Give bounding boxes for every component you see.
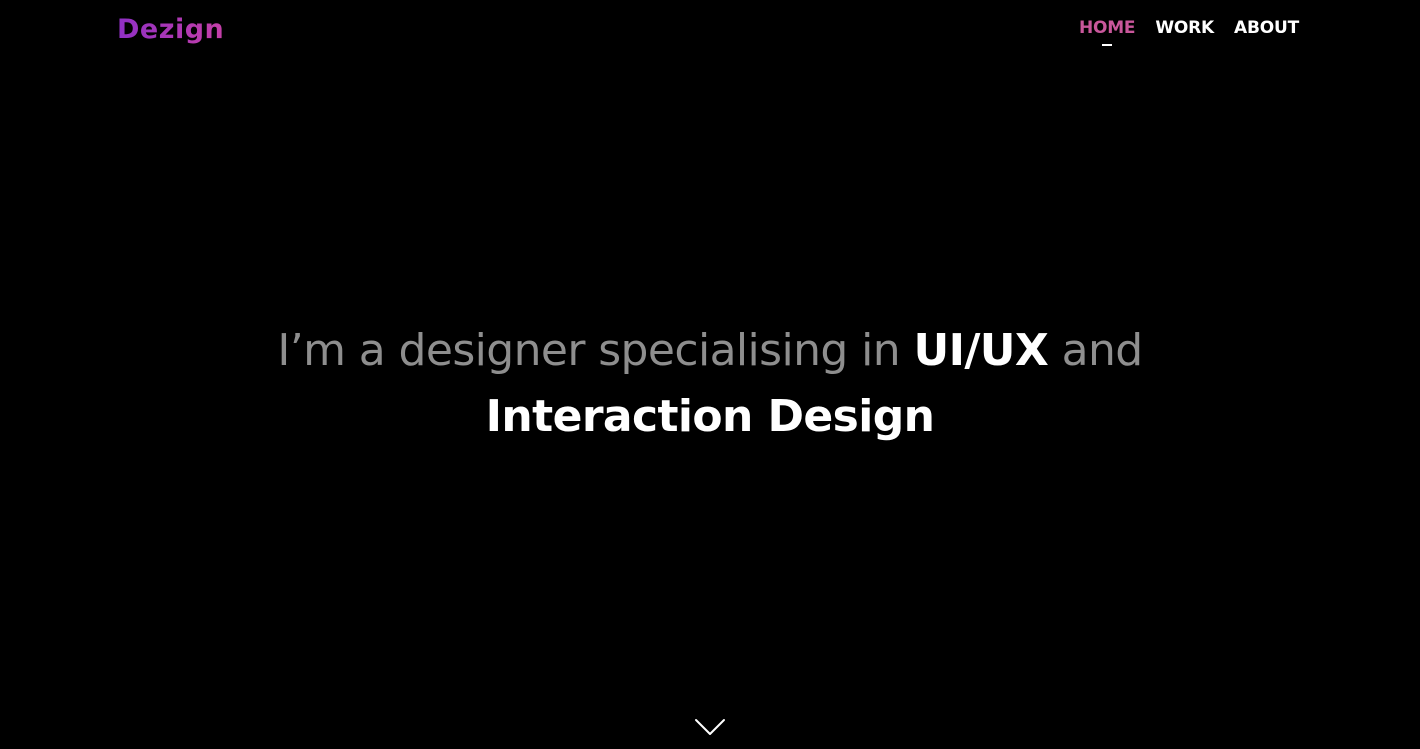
page: Dezign HOME WORK ABOUT I’m a designer sp…	[0, 0, 1420, 749]
hero-line-1-suffix: and	[1048, 325, 1144, 376]
nav-item-home[interactable]: HOME	[1078, 16, 1136, 46]
hero-line-1-prefix: I’m a designer specialising in	[277, 325, 914, 376]
brand-logo[interactable]: Dezign	[117, 10, 224, 50]
nav-item-work[interactable]: WORK	[1155, 16, 1214, 40]
hero-line-1: I’m a designer specialising in UI/UX and	[0, 318, 1420, 384]
hero-emphasis-uiux: UI/UX	[913, 325, 1049, 376]
hero-emphasis-interaction-design: Interaction Design	[485, 391, 935, 442]
active-nav-indicator	[1102, 44, 1113, 46]
scroll-down-button[interactable]	[693, 714, 727, 740]
nav-item-work-label: WORK	[1155, 18, 1215, 38]
hero-headline: I’m a designer specialising in UI/UX and…	[0, 318, 1420, 450]
nav-item-home-label: HOME	[1078, 18, 1136, 38]
nav-item-about-label: ABOUT	[1234, 18, 1299, 38]
nav-item-about[interactable]: ABOUT	[1234, 16, 1299, 40]
main-nav: HOME WORK ABOUT	[1078, 16, 1299, 46]
chevron-down-icon	[695, 719, 725, 735]
